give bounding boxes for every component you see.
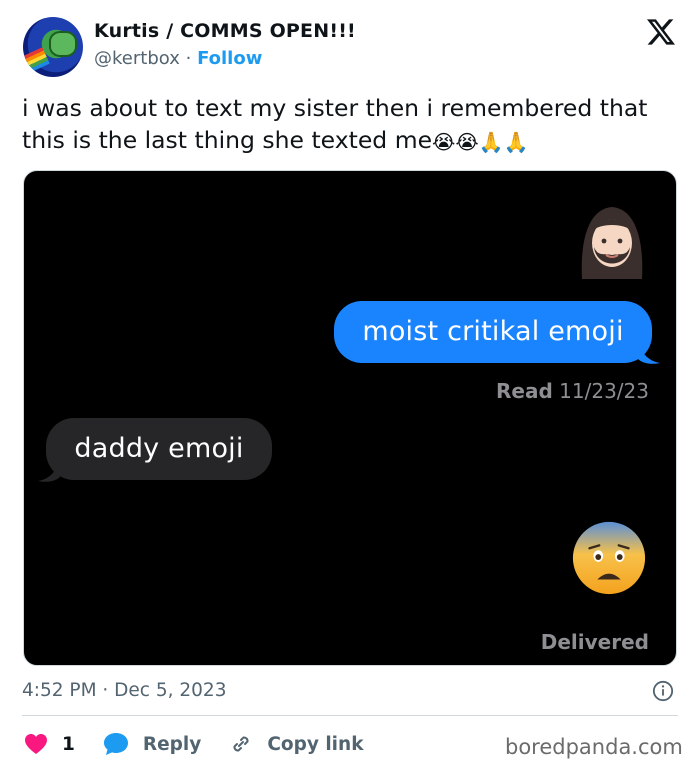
heart-icon (25, 734, 47, 754)
watermark: boredpanda.com (505, 735, 683, 759)
like-count: 1 (62, 733, 75, 755)
divider (22, 715, 678, 716)
received-message-bubble: daddy emoji (46, 418, 272, 480)
read-receipt: Read 11/23/23 (496, 379, 649, 403)
loudly-crying-emoji-2: 😭 (455, 130, 479, 154)
folded-hands-emoji-2: 🙏 (503, 130, 529, 154)
tweet-media-image[interactable]: moist critikal emoji Read 11/23/23 daddy… (23, 170, 677, 666)
reply-button[interactable]: Reply (103, 732, 201, 756)
avatar-character (49, 31, 77, 57)
link-icon (233, 736, 249, 752)
delivered-status: Delivered (540, 630, 649, 654)
fearful-face-emoji-icon (572, 521, 646, 595)
like-button[interactable]: 1 (24, 733, 75, 755)
follow-button[interactable]: Follow (197, 48, 262, 69)
received-bubble-tail (38, 461, 60, 482)
x-logo-icon[interactable] (646, 18, 676, 46)
sent-message-bubble: moist critikal emoji (334, 301, 652, 363)
sent-bubble-tail (638, 343, 660, 364)
copy-link-button[interactable]: Copy link (229, 732, 364, 756)
tweet-actions: 1 Reply Copy link (24, 730, 392, 758)
read-date: 11/23/23 (559, 379, 649, 403)
author-handle[interactable]: @kertbox (94, 48, 180, 69)
tweet-timestamp[interactable]: 4:52 PM · Dec 5, 2023 (22, 680, 226, 701)
author-avatar[interactable] (23, 17, 83, 77)
reply-bubble-icon (103, 733, 128, 755)
tweet-text: i was about to text my sister then i rem… (22, 92, 682, 158)
reply-label: Reply (142, 733, 202, 755)
folded-hands-emoji-1: 🙏 (478, 130, 504, 154)
author-handle-row: @kertbox · Follow (94, 48, 262, 69)
info-icon[interactable] (652, 680, 674, 702)
author-name[interactable]: Kurtis / COMMS OPEN!!! (94, 20, 356, 42)
read-label: Read (496, 379, 553, 403)
bearded-woman-emoji-icon (581, 207, 643, 279)
loudly-crying-emoji-1: 😭 (432, 130, 456, 154)
handle-separator: · (185, 48, 192, 69)
avatar-rainbow-decoration (23, 47, 50, 73)
tweet-body: i was about to text my sister then i rem… (22, 94, 648, 154)
copy-link-label: Copy link (267, 733, 364, 755)
